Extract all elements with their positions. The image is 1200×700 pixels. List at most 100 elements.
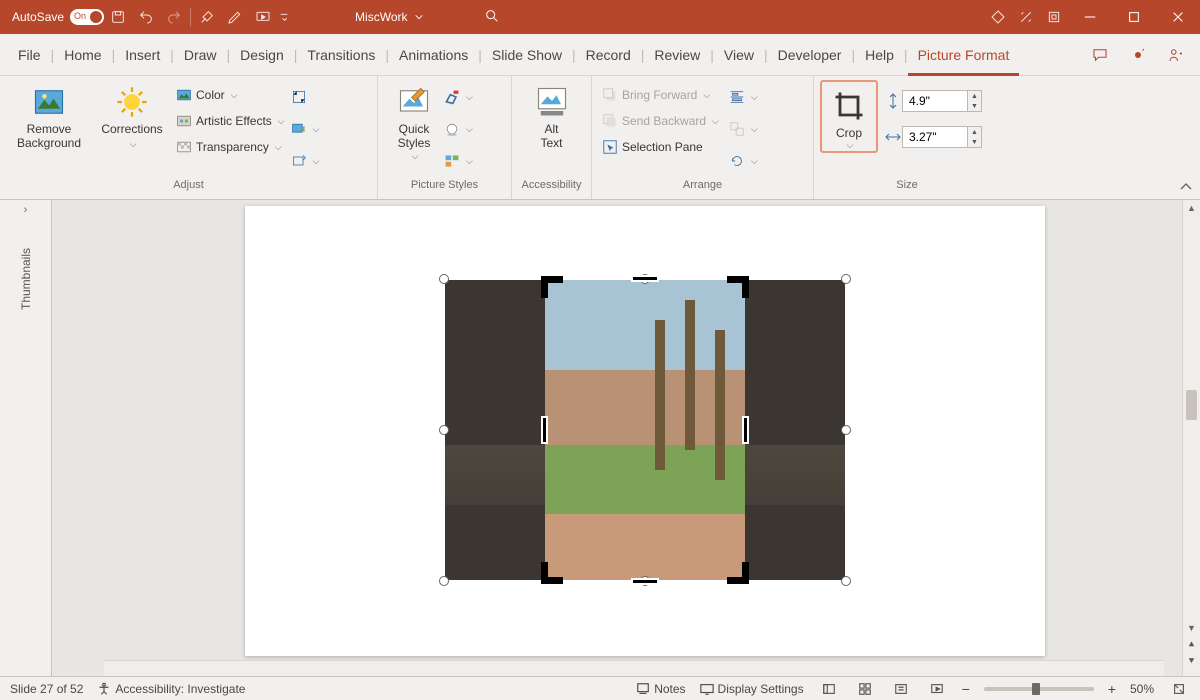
minimize-button[interactable] bbox=[1068, 0, 1112, 34]
picture-effects-button[interactable]: ⌵ bbox=[444, 116, 473, 142]
zoom-level[interactable]: 50% bbox=[1130, 682, 1154, 696]
redo-icon[interactable] bbox=[160, 0, 188, 34]
height-spinner[interactable]: ▲▼ bbox=[968, 90, 982, 112]
close-button[interactable] bbox=[1156, 0, 1200, 34]
scroll-down-icon[interactable]: ▼ bbox=[1183, 620, 1200, 636]
thumbnails-pane[interactable]: › Thumbnails bbox=[0, 200, 52, 676]
crop-handle-br[interactable] bbox=[727, 562, 749, 584]
crop-visible-area[interactable] bbox=[545, 280, 745, 580]
fit-to-window-button[interactable] bbox=[1168, 680, 1190, 698]
tab-help[interactable]: Help bbox=[855, 34, 904, 76]
tab-file[interactable]: File bbox=[8, 34, 51, 76]
resize-handle-br[interactable] bbox=[841, 576, 851, 586]
crop-handle-bl[interactable] bbox=[541, 562, 563, 584]
share-button[interactable] bbox=[1160, 41, 1192, 69]
alt-text-button[interactable]: Alt Text bbox=[518, 80, 585, 151]
picture-layout-button[interactable]: ⌵ bbox=[444, 148, 473, 174]
document-title[interactable]: MiscWork bbox=[355, 10, 423, 24]
resize-handle-mr[interactable] bbox=[841, 425, 851, 435]
prev-slide-button[interactable]: ⯅ bbox=[1183, 638, 1200, 652]
quick-styles-button[interactable]: Quick Styles ⌵ bbox=[384, 80, 444, 162]
zoom-in-button[interactable]: + bbox=[1108, 681, 1116, 697]
autosave-toggle[interactable]: AutoSave On bbox=[0, 9, 104, 25]
corrections-button[interactable]: Corrections⌵ bbox=[92, 80, 172, 151]
compress-icon bbox=[291, 89, 307, 105]
tab-design[interactable]: Design bbox=[230, 34, 294, 76]
tab-draw[interactable]: Draw bbox=[174, 34, 227, 76]
normal-view-button[interactable] bbox=[818, 680, 840, 698]
save-icon[interactable] bbox=[104, 0, 132, 34]
resize-handle-bl[interactable] bbox=[439, 576, 449, 586]
sorter-view-button[interactable] bbox=[854, 680, 876, 698]
tab-insert[interactable]: Insert bbox=[115, 34, 170, 76]
zoom-slider[interactable] bbox=[984, 687, 1094, 691]
resize-handle-ml[interactable] bbox=[439, 425, 449, 435]
collapse-ribbon-button[interactable] bbox=[1178, 179, 1194, 195]
tab-review[interactable]: Review bbox=[644, 34, 710, 76]
scroll-thumb[interactable] bbox=[1186, 390, 1197, 420]
tab-developer[interactable]: Developer bbox=[768, 34, 852, 76]
selected-picture[interactable] bbox=[445, 280, 845, 580]
comments-button[interactable] bbox=[1084, 41, 1116, 69]
remove-background-button[interactable]: Remove Background bbox=[6, 80, 92, 151]
crop-handle-top[interactable] bbox=[631, 275, 659, 282]
slide-counter[interactable]: Slide 27 of 52 bbox=[10, 682, 83, 696]
reset-picture-button[interactable]: ⌵ bbox=[291, 148, 320, 174]
tab-record[interactable]: Record bbox=[576, 34, 641, 76]
crop-handle-tl[interactable] bbox=[541, 276, 563, 298]
quick-tool-1-icon[interactable] bbox=[193, 0, 221, 34]
notes-button[interactable]: Notes bbox=[636, 682, 685, 696]
width-spinner[interactable]: ▲▼ bbox=[968, 126, 982, 148]
slide[interactable] bbox=[245, 206, 1045, 656]
zoom-out-button[interactable]: − bbox=[962, 681, 970, 697]
slideshow-view-button[interactable] bbox=[926, 680, 948, 698]
window-mode-icon[interactable] bbox=[1040, 0, 1068, 34]
present-icon[interactable] bbox=[249, 0, 277, 34]
picture-border-button[interactable]: ⌵ bbox=[444, 84, 473, 110]
tab-transitions[interactable]: Transitions bbox=[297, 34, 385, 76]
crop-handle-tr[interactable] bbox=[727, 276, 749, 298]
resize-handle-tr[interactable] bbox=[841, 274, 851, 284]
color-button[interactable]: Color⌵ bbox=[172, 82, 289, 108]
crop-button[interactable]: Crop ⌵ bbox=[826, 84, 872, 151]
undo-icon[interactable] bbox=[132, 0, 160, 34]
width-field[interactable]: 3.27" ▲▼ bbox=[884, 126, 982, 148]
send-backward-button[interactable]: Send Backward⌵ bbox=[598, 108, 723, 134]
thumbnails-expand-icon[interactable]: › bbox=[24, 204, 28, 216]
compress-pictures-button[interactable] bbox=[291, 84, 320, 110]
diamond-icon[interactable] bbox=[984, 0, 1012, 34]
vertical-scrollbar[interactable]: ▲ ▼ ⯅ ⯆ bbox=[1182, 200, 1200, 676]
next-slide-button[interactable]: ⯆ bbox=[1183, 654, 1200, 668]
tab-view[interactable]: View bbox=[714, 34, 764, 76]
change-picture-button[interactable]: ⌵ bbox=[291, 116, 320, 142]
resize-handle-tl[interactable] bbox=[439, 274, 449, 284]
tab-home[interactable]: Home bbox=[54, 34, 111, 76]
accessibility-status[interactable]: Accessibility: Investigate bbox=[97, 682, 245, 696]
search-button[interactable] bbox=[484, 8, 500, 27]
display-settings-button[interactable]: Display Settings bbox=[700, 682, 804, 696]
rotate-button[interactable]: ⌵ bbox=[729, 148, 758, 174]
bring-forward-button[interactable]: Bring Forward⌵ bbox=[598, 82, 723, 108]
toggle-switch[interactable]: On bbox=[70, 9, 104, 25]
quick-tool-2-icon[interactable] bbox=[221, 0, 249, 34]
reading-view-button[interactable] bbox=[890, 680, 912, 698]
crop-handle-left[interactable] bbox=[541, 416, 548, 444]
crop-handle-right[interactable] bbox=[742, 416, 749, 444]
scroll-up-icon[interactable]: ▲ bbox=[1183, 200, 1200, 216]
horizontal-scrollbar[interactable] bbox=[104, 660, 1164, 676]
tab-animations[interactable]: Animations bbox=[389, 34, 478, 76]
catch-up-button[interactable] bbox=[1122, 41, 1154, 69]
tab-slideshow[interactable]: Slide Show bbox=[482, 34, 572, 76]
transparency-button[interactable]: Transparency⌵ bbox=[172, 134, 289, 160]
maximize-button[interactable] bbox=[1112, 0, 1156, 34]
slide-canvas[interactable] bbox=[52, 200, 1182, 676]
qat-overflow-icon[interactable] bbox=[277, 0, 295, 34]
group-button[interactable]: ⌵ bbox=[729, 116, 758, 142]
artistic-effects-button[interactable]: Artistic Effects⌵ bbox=[172, 108, 289, 134]
align-button[interactable]: ⌵ bbox=[729, 84, 758, 110]
sparkle-icon[interactable] bbox=[1012, 0, 1040, 34]
tab-picture-format[interactable]: Picture Format bbox=[908, 34, 1020, 76]
height-field[interactable]: 4.9" ▲▼ bbox=[884, 90, 982, 112]
crop-handle-bottom[interactable] bbox=[631, 578, 659, 585]
selection-pane-button[interactable]: Selection Pane bbox=[598, 134, 723, 160]
